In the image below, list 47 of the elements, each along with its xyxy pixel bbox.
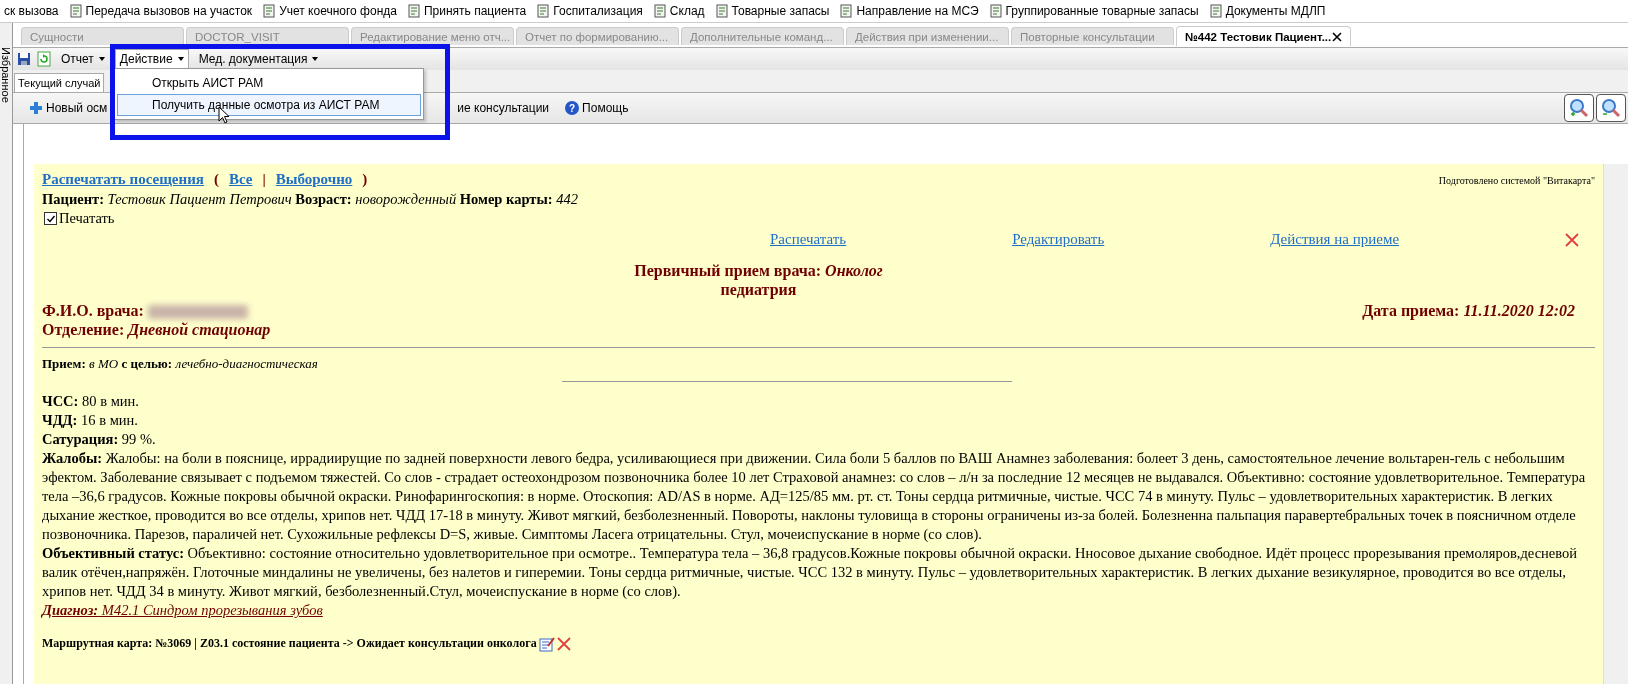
tab[interactable]: №442 Тестовик Пациент... (1176, 26, 1351, 46)
paragraph: Объективный статус: Объективно: состояние относительно удовлетворительное при осмотре.. Температура тела – 36,8 градусов.Кожные покровы обычной окраски. Нносовое дыхание свободное. Идёт процесс прорезывания премоляров,десневой валик отёчен,напряжён. Глоточные миндалины не увеличены, без налетов и гиперемии. Тоны сердца ритмичные, чистые. ЧСС 132 в минуту. Пульс – удовлетворительных характеристик. В легких дыхание везикулярное, проводится во все отделы, хрипов нет. ЧДД 34 в минуту. Живот мягкий, безболезненный.Стул, мочеиспускание в норме (со слов). (42, 544, 1579, 601)
selective-link[interactable]: Выборочно (275, 170, 353, 189)
side-panel-tab[interactable]: Избранное (0, 23, 13, 684)
toolbar-button[interactable]: Госпитализация (553, 4, 643, 18)
help-button[interactable]: ? Помощь (561, 99, 633, 117)
consultations-button[interactable]: ие консультации (453, 99, 554, 117)
tab[interactable]: Текущий случай (14, 73, 105, 92)
paragraph: Жалобы: Жалобы: на боли в пояснице, иррадиирущие по задней поверхности левого бедра, усиливающиеся при движении. Сила боли 5 баллов по ВАШ Анамнез заболевания: болеет 3 день, самостоятельное лечение вольтарен-гель с небольшим эфектом. Заболевание связывает с подъемом тяжестей. Со слов - страдает остеохондрозом позвоночника более 10 лет Страховой анамнез: со слов – л/н за последние 12 месяцев не выдавался. Объективно: состояние удовлетворительное. Температура тела –36,6 градусов. Кожные покровы обычной окраски. Ринофарингоскопия: в норме. Отоскопия: AD/AS в норме. АД=125/85 мм. рт. ст. Тоны сердца ритмичные, чистые. ЧСС 74 в минуту. Пульс – удовлетворительных характеристик. В легких дыхание жесткое, проводится во все отделы, хрипов нет. ЧДД 17-18 в минуту. Живот мягкий, безболезненный. Повороты, наклоны туловища в стороны ограничены из-за болей. Болезненна пальпация паравертебральных точек в поясничном отделе позвоночника. Парезов, параличей нет. Сухожильные рефлексы D=S, живые. Симптомы Ласега отрицательны. Стул, мочеиспускание в норме (со слов). (42, 449, 1587, 544)
parenthesis: ( (213, 170, 219, 189)
paragraph: ЧСС: 80 в мин. (42, 392, 140, 411)
doctor-label: Ф.И.О. врача: (42, 302, 144, 319)
diagnosis-link[interactable]: Диагноз: M42.1 Синдром прорезывания зубов (42, 602, 323, 618)
all-link[interactable]: Все (228, 170, 253, 189)
paragraph: ЧДД: 16 в мин. (42, 411, 139, 430)
menu-item[interactable]: Получить данные осмотра из АИСТ РАМ (117, 94, 421, 116)
prepared-by-text: Подготовлено системой "Витакарта" (1438, 174, 1595, 188)
menu-item[interactable]: Открыть АИСТ РАМ (117, 72, 421, 94)
specialty-heading: педиатрия (719, 280, 798, 299)
toolbar-button[interactable]: Учет коечного фонда (279, 4, 397, 18)
menu-button[interactable]: Мед. документация (194, 50, 323, 68)
visit-action-link[interactable]: Действия на приеме (1270, 230, 1400, 249)
reception-text: Прием: в МО с целью: лечебно-диагностическая (42, 355, 319, 373)
toolbar-button[interactable]: Передача вызовов на участок (85, 4, 253, 18)
visit-date: Дата приема: 11.11.2020 12:02 (1362, 301, 1575, 320)
separator: | (262, 170, 266, 189)
new-exam-button[interactable]: Новый осм (25, 99, 112, 117)
toolbar-button[interactable]: ск вызова (4, 4, 59, 18)
toolbar-button[interactable]: Документы МДЛП (1225, 4, 1326, 18)
menu-button[interactable]: Действие (114, 49, 189, 69)
toolbar-button[interactable]: Группированные товарные запасы (1005, 4, 1199, 18)
visit-heading: Первичный прием врача: Онколог (633, 261, 884, 280)
department-text: Отделение: Дневной стационар (42, 320, 272, 339)
toolbar-button[interactable]: Товарные запасы (731, 4, 830, 18)
toolbar-button[interactable]: Направление на МСЭ (856, 4, 979, 18)
patient-info: Пациент: Тестовик Пациент Петрович Возраст: новорожденный Номер карты: 442 (42, 190, 579, 209)
parenthesis: ) (362, 170, 368, 189)
toolbar-button[interactable]: Склад (669, 4, 705, 18)
visit-action-link[interactable]: Распечатать (770, 230, 847, 249)
print-visits-link[interactable]: Распечатать посещения (42, 170, 204, 189)
route-card-text: Маршрутная карта: №3069 | Z03.1 состояние пациента -> Ожидает консультации онколога (42, 635, 537, 652)
help-icon: ? (565, 101, 580, 115)
checkbox-label: Печатать (59, 209, 115, 228)
visit-action-link[interactable]: Редактировать (1012, 230, 1105, 249)
menu-button[interactable]: Отчет (57, 50, 109, 68)
paragraph: Сатурация: 99 %. (42, 430, 157, 449)
toolbar-button[interactable]: Принять пациента (423, 4, 527, 18)
